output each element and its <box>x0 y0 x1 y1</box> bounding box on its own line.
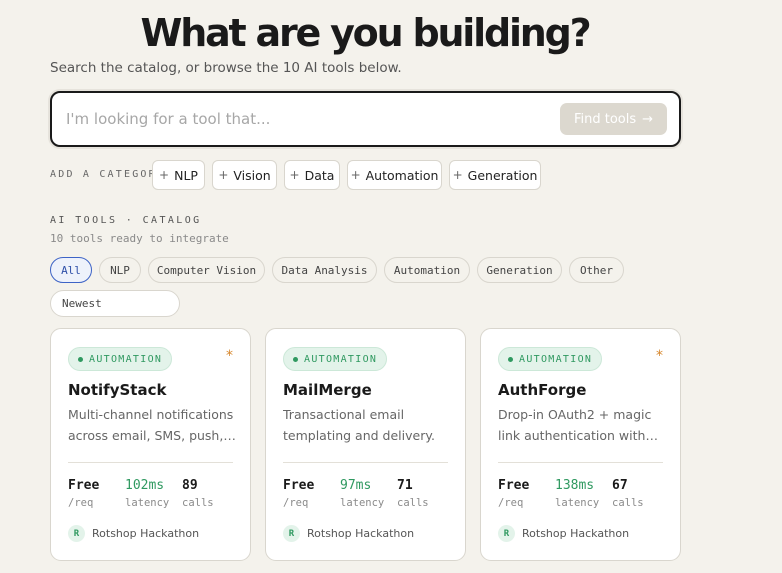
author-avatar: R <box>498 525 515 542</box>
category-chip-automation[interactable]: + Automation <box>347 160 442 190</box>
category-badge: AUTOMATION <box>498 347 603 371</box>
dot-icon <box>78 356 83 362</box>
author-name: Rotshop Hackathon <box>307 527 415 540</box>
calls-value: 71 <box>397 478 413 493</box>
latency-value: 138ms <box>555 478 595 493</box>
price-unit: /req <box>68 497 94 509</box>
dot-icon <box>508 356 513 362</box>
tool-name[interactable]: AuthForge <box>498 381 586 399</box>
plus-icon: + <box>350 168 361 182</box>
filter-automation[interactable]: Automation <box>384 257 470 283</box>
card-divider <box>68 462 233 463</box>
filter-computer-vision[interactable]: Computer Vision <box>148 257 265 283</box>
star-icon[interactable]: * <box>226 348 233 364</box>
latency-label: latency <box>555 497 600 509</box>
page-subtitle: Search the catalog, or browse the 10 AI … <box>50 60 402 76</box>
page-title: What are you building? <box>140 11 592 55</box>
tool-description: Drop-in OAuth2 + magic link authenticati… <box>498 407 652 443</box>
latency-label: latency <box>340 497 385 509</box>
find-tools-label: Find tools <box>573 111 637 127</box>
dot-icon <box>293 356 298 362</box>
latency-value: 97ms <box>340 478 372 493</box>
search-box: Find tools → <box>50 91 681 147</box>
plus-icon: + <box>289 168 300 182</box>
filter-nlp[interactable]: NLP <box>99 257 141 283</box>
plus-icon: + <box>159 168 170 182</box>
tool-card-mailmerge[interactable]: AUTOMATION MailMerge Transactional email… <box>265 328 466 561</box>
plus-icon: + <box>218 168 229 182</box>
price-value: Free <box>498 478 530 493</box>
category-chip-data[interactable]: + Data <box>284 160 340 190</box>
calls-label: calls <box>397 497 429 509</box>
tool-card-authforge[interactable]: AUTOMATION * AuthForge Drop-in OAuth2 + … <box>480 328 681 561</box>
filter-other[interactable]: Other <box>569 257 624 283</box>
card-divider <box>283 462 448 463</box>
category-chip-label: Vision <box>233 167 271 183</box>
search-input[interactable] <box>66 93 536 145</box>
card-divider <box>498 462 663 463</box>
calls-label: calls <box>612 497 644 509</box>
calls-value: 67 <box>612 478 628 493</box>
calls-label: calls <box>182 497 214 509</box>
catalog-heading: AI TOOLS · CATALOG <box>50 215 202 226</box>
tool-description: Transactional email templating and deliv… <box>283 407 435 443</box>
category-badge: AUTOMATION <box>283 347 388 371</box>
category-chip-label: Data <box>304 167 335 183</box>
category-chip-label: NLP <box>174 167 198 183</box>
category-chip-nlp[interactable]: + NLP <box>152 160 205 190</box>
category-badge-label: AUTOMATION <box>89 353 163 365</box>
tool-name[interactable]: NotifyStack <box>68 381 166 399</box>
sort-select[interactable]: Newest <box>50 290 180 317</box>
tool-card-notifystack[interactable]: AUTOMATION * NotifyStack Multi-channel n… <box>50 328 251 561</box>
price-value: Free <box>68 478 100 493</box>
price-unit: /req <box>283 497 309 509</box>
add-category-label: ADD A CATEGORY <box>50 169 166 180</box>
tool-name[interactable]: MailMerge <box>283 381 372 399</box>
tool-description: Multi-channel notifications across email… <box>68 407 234 443</box>
price-value: Free <box>283 478 315 493</box>
category-chip-generation[interactable]: + Generation <box>449 160 541 190</box>
author-avatar: R <box>283 525 300 542</box>
filter-all[interactable]: All <box>50 257 92 283</box>
category-badge: AUTOMATION <box>68 347 173 371</box>
category-badge-label: AUTOMATION <box>519 353 593 365</box>
category-chip-label: Generation <box>467 167 538 183</box>
author-name: Rotshop Hackathon <box>522 527 630 540</box>
find-tools-button[interactable]: Find tools → <box>560 103 667 135</box>
star-icon[interactable]: * <box>656 348 663 364</box>
author-name: Rotshop Hackathon <box>92 527 200 540</box>
plus-icon: + <box>452 168 463 182</box>
arrow-right-icon: → <box>642 111 654 127</box>
filter-generation[interactable]: Generation <box>477 257 562 283</box>
category-chip-label: Automation <box>365 167 439 183</box>
latency-value: 102ms <box>125 478 165 493</box>
calls-value: 89 <box>182 478 198 493</box>
latency-label: latency <box>125 497 170 509</box>
category-chip-vision[interactable]: + Vision <box>212 160 277 190</box>
catalog-count: 10 tools ready to integrate <box>50 232 229 245</box>
author-avatar: R <box>68 525 85 542</box>
price-unit: /req <box>498 497 524 509</box>
category-badge-label: AUTOMATION <box>304 353 378 365</box>
filter-data-analysis[interactable]: Data Analysis <box>272 257 377 283</box>
